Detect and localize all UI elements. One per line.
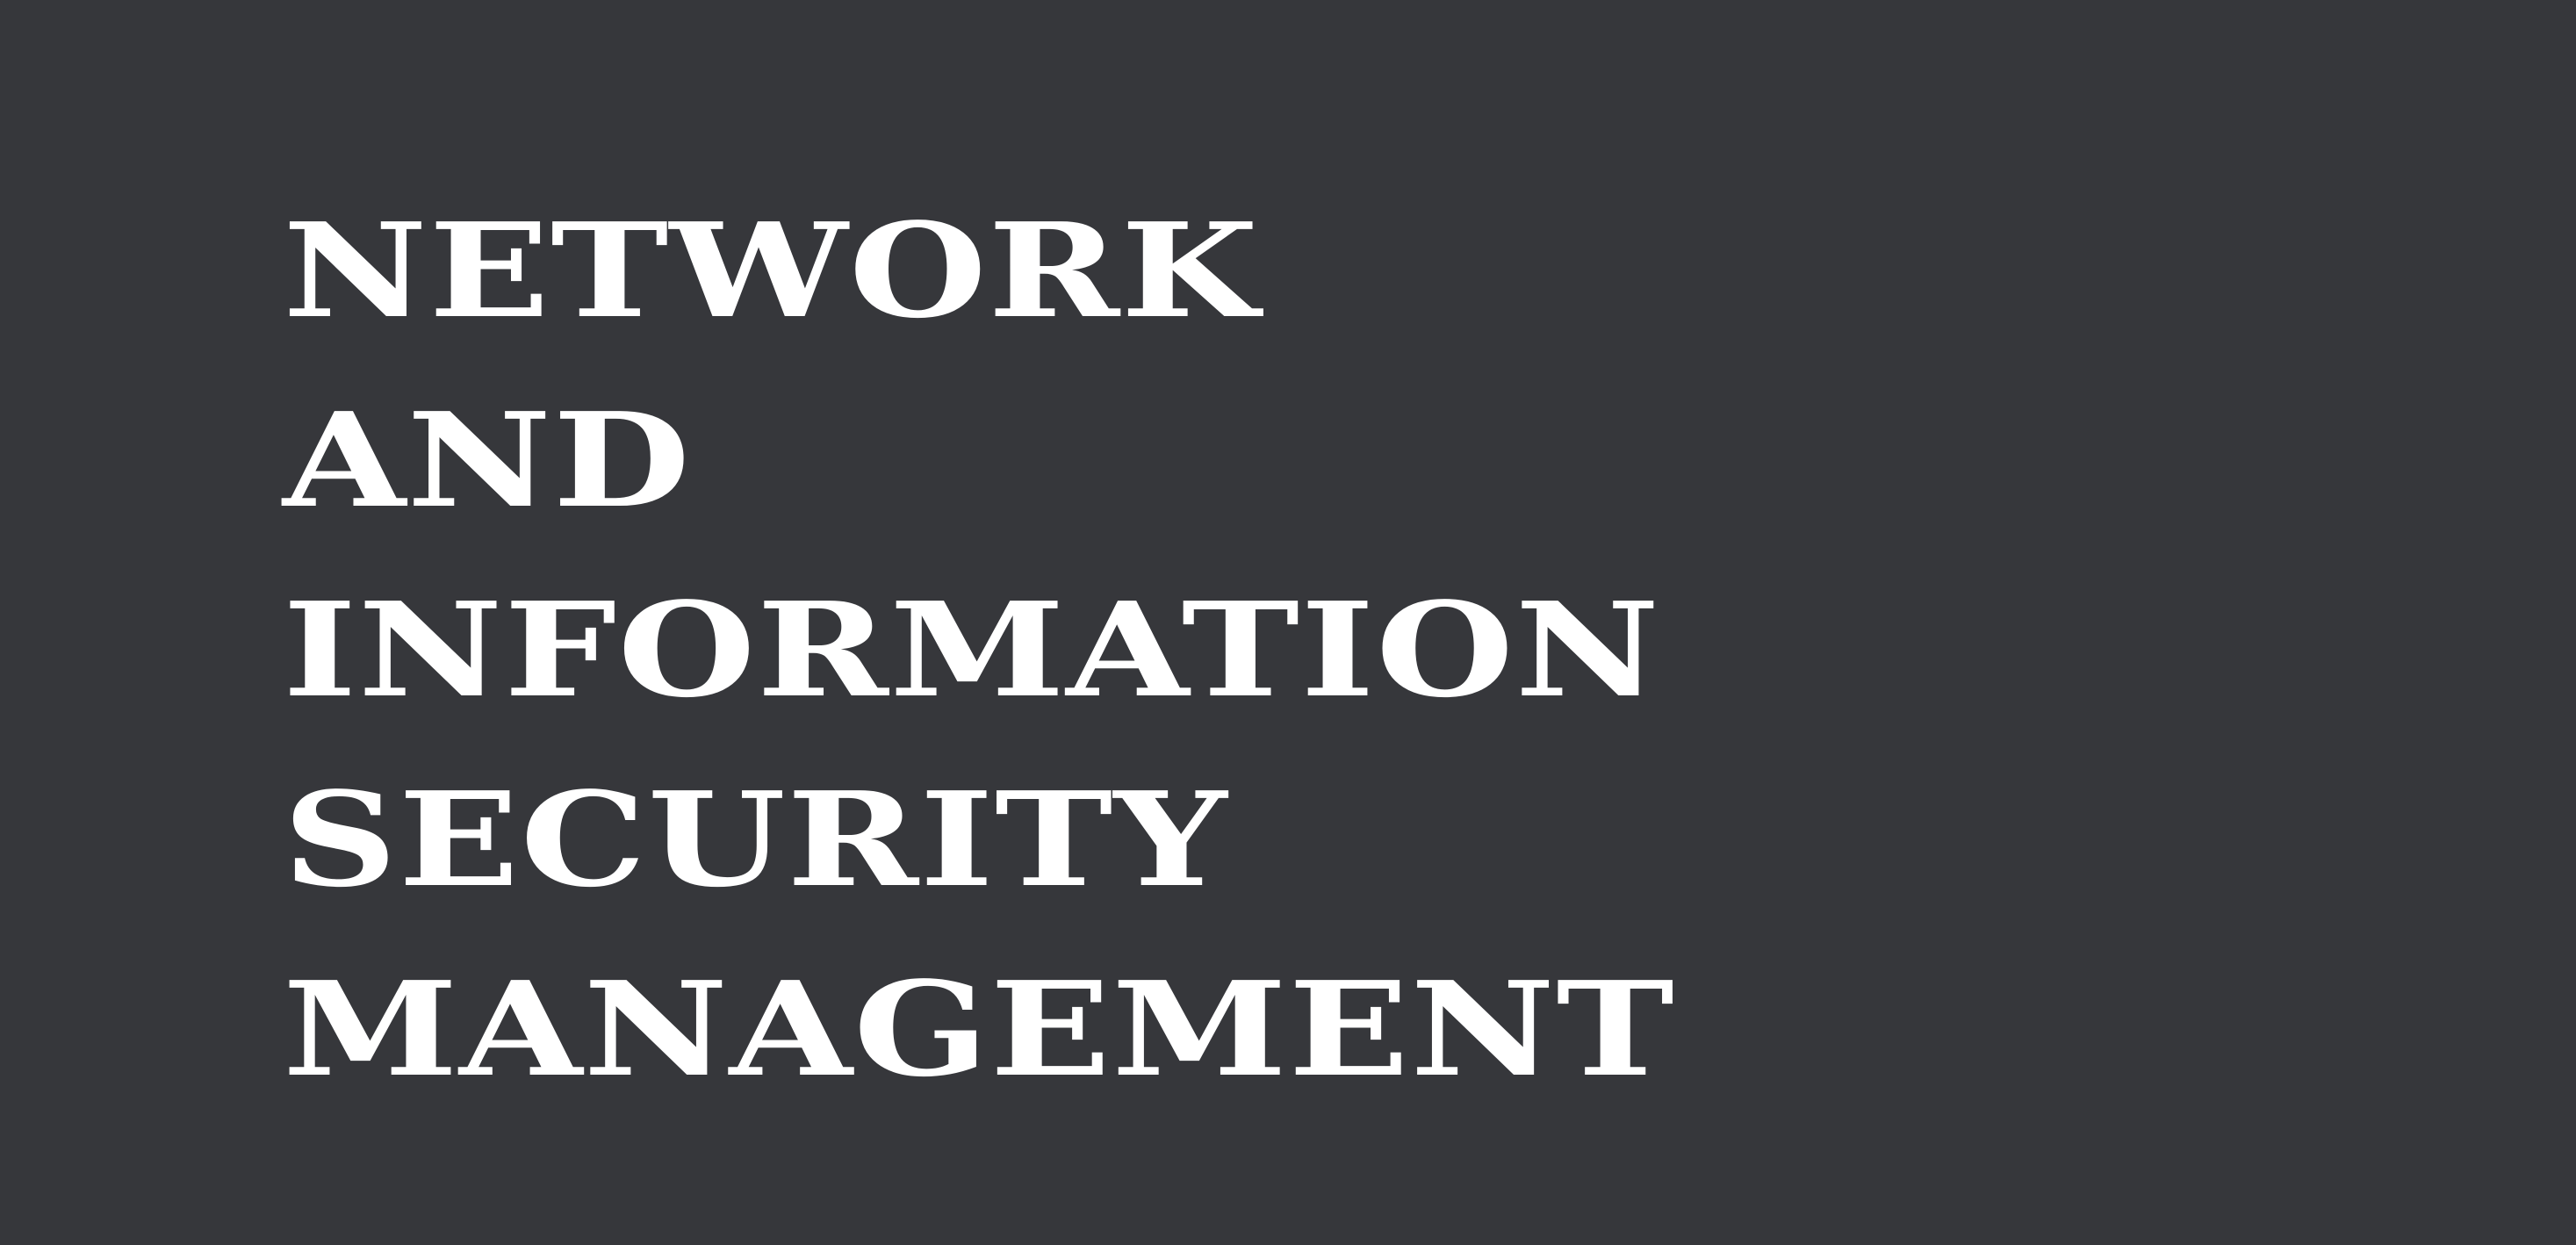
title-line-information: INFORMATION [283, 573, 1661, 726]
title-line-network: NETWORK [283, 194, 1260, 347]
title-line-management: MANAGEMENT [283, 953, 1676, 1105]
title-line-and: AND [283, 384, 692, 536]
title-block: NETWORK AND INFORMATION SECURITY MANAGEM… [283, 176, 1675, 1124]
title-line-security: SECURITY [283, 763, 1228, 916]
